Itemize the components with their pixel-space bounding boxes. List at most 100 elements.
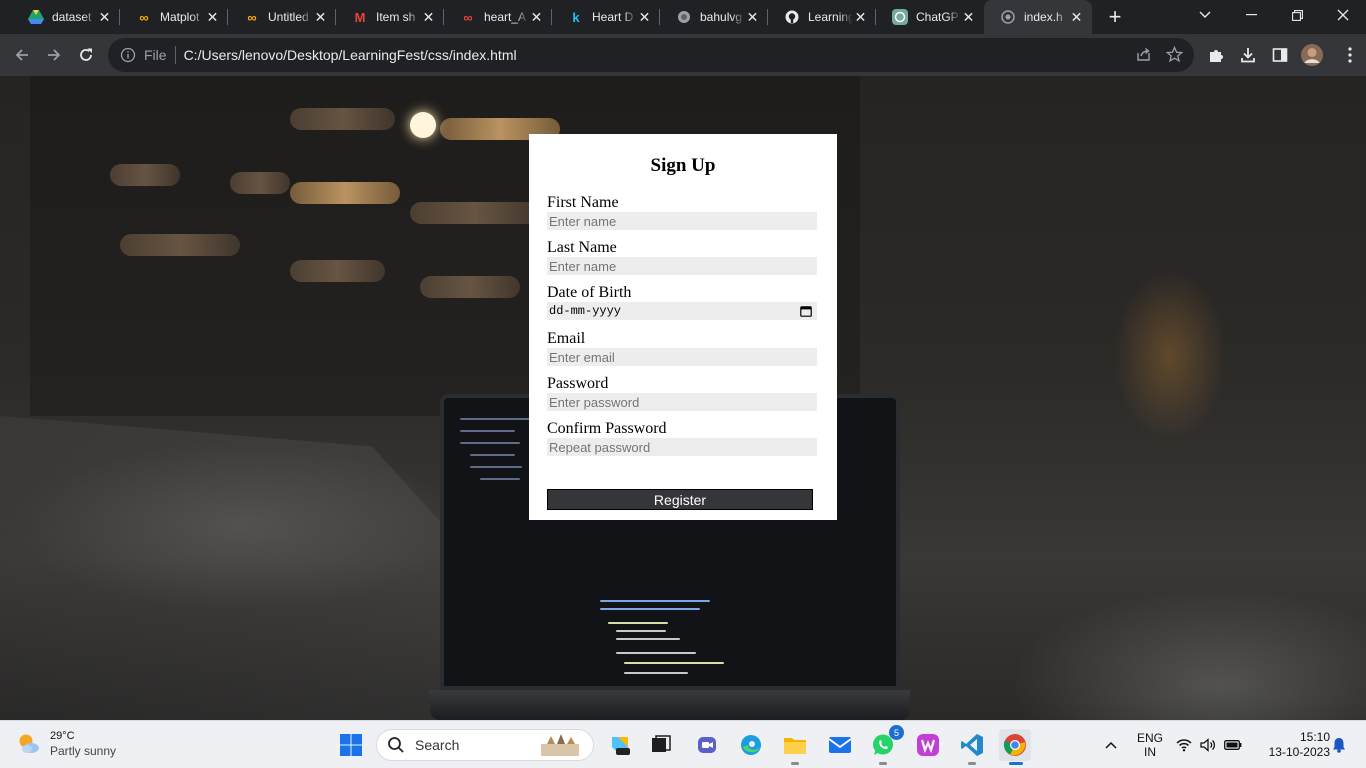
tab-matplot[interactable]: ∞ Matplot ✕: [120, 0, 228, 34]
minimize-button[interactable]: [1228, 0, 1274, 30]
profile-avatar[interactable]: [1299, 42, 1325, 68]
taskbar-app-chrome[interactable]: [999, 729, 1031, 765]
battery-icon: [1224, 740, 1242, 750]
register-button[interactable]: Register: [547, 489, 813, 510]
share-icon[interactable]: [1135, 46, 1152, 66]
restore-button[interactable]: [1274, 0, 1320, 30]
taskbar-app-mail[interactable]: [824, 729, 856, 761]
minimize-icon: [1245, 14, 1257, 16]
taskbar-app-task-view[interactable]: [645, 729, 677, 761]
notifications-button[interactable]: [1330, 721, 1348, 768]
dob-input[interactable]: dd-mm-yyyy: [547, 302, 817, 320]
task-view-icon: [652, 735, 671, 752]
taskbar-app-teams[interactable]: [691, 729, 723, 761]
address-scheme-label: File: [144, 47, 167, 63]
close-icon[interactable]: ✕: [205, 9, 220, 25]
email-input[interactable]: [547, 348, 817, 366]
whatsapp-badge: 5: [889, 725, 904, 740]
tab-dataset[interactable]: dataset ✕: [12, 0, 120, 34]
clock-date: 13-10-2023: [1268, 745, 1330, 759]
taskbar-app-file-explorer[interactable]: [779, 729, 811, 765]
last-name-input[interactable]: [547, 257, 817, 275]
start-button[interactable]: [335, 729, 367, 761]
weather-condition: Partly sunny: [50, 744, 117, 758]
colab-icon: ∞: [139, 9, 149, 25]
bookmark-star-icon[interactable]: [1165, 45, 1184, 66]
close-icon[interactable]: ✕: [421, 9, 436, 25]
extensions-button[interactable]: [1203, 42, 1229, 68]
close-icon[interactable]: ✕: [529, 9, 544, 25]
mail-icon: [828, 737, 852, 753]
first-name-group: First Name: [547, 194, 819, 239]
weather-temp: 29°C: [50, 730, 75, 742]
confirm-password-input[interactable]: [547, 438, 817, 456]
password-label: Password: [547, 375, 609, 392]
tab-index-html[interactable]: index.h ✕: [984, 0, 1092, 34]
close-icon[interactable]: ✕: [853, 9, 868, 25]
google-drive-icon: [28, 9, 44, 25]
info-icon[interactable]: [120, 47, 136, 63]
tab-title: index.h: [1024, 10, 1063, 24]
quick-settings-button[interactable]: [1176, 721, 1242, 768]
show-hidden-icons-button[interactable]: [1100, 721, 1122, 768]
tab-learning[interactable]: Learning ✕: [768, 0, 876, 34]
close-icon[interactable]: ✕: [1069, 9, 1084, 25]
folder-icon: [784, 738, 806, 754]
avatar-icon: [1301, 44, 1323, 66]
tab-search-button[interactable]: [1182, 0, 1228, 30]
address-divider: [174, 46, 176, 64]
first-name-input[interactable]: [547, 212, 817, 230]
downloads-button[interactable]: [1235, 42, 1261, 68]
taskbar-app-copilot[interactable]: [604, 729, 636, 761]
close-icon[interactable]: ✕: [745, 9, 760, 25]
taskbar: 29°C Partly sunny Search 5 ENG IN 15:10 …: [0, 720, 1366, 768]
copilot-icon: [612, 737, 630, 755]
tab-untitled[interactable]: ∞ Untitled ✕: [228, 0, 336, 34]
reload-button[interactable]: [70, 39, 102, 71]
close-icon[interactable]: ✕: [97, 9, 112, 25]
taskbar-app-whatsapp[interactable]: 5: [867, 725, 904, 765]
email-label: Email: [547, 330, 586, 347]
dob-placeholder: dd-mm-yyyy: [549, 304, 622, 318]
tab-item-sh[interactable]: M Item sh ✕: [336, 0, 444, 34]
email-group: Email: [547, 330, 819, 375]
arrow-right-icon: [48, 49, 61, 61]
edge-icon: [741, 735, 761, 755]
taskbar-app-wps[interactable]: [912, 729, 944, 761]
close-icon[interactable]: ✕: [961, 9, 976, 25]
clock[interactable]: 15:10 13-10-2023: [1254, 721, 1330, 768]
close-icon[interactable]: ✕: [313, 9, 328, 25]
side-panel-button[interactable]: [1267, 42, 1293, 68]
new-tab-button[interactable]: +: [1098, 0, 1132, 34]
forward-button[interactable]: [38, 39, 70, 71]
browser-toolbar: File C:/Users/lenovo/Desktop/LearningFes…: [0, 34, 1366, 76]
form-title: Sign Up: [650, 155, 716, 176]
tab-chatgpt[interactable]: ChatGP ✕: [876, 0, 984, 34]
last-name-group: Last Name: [547, 239, 819, 284]
taskbar-search[interactable]: Search: [376, 729, 594, 761]
taskbar-app-vscode[interactable]: [956, 729, 988, 765]
dob-label: Date of Birth: [547, 284, 632, 301]
tab-bahulvg[interactable]: bahulvg ✕: [660, 0, 768, 34]
teams-chat-icon: [698, 737, 716, 753]
tab-heart-d[interactable]: k Heart D ✕: [552, 0, 660, 34]
chrome-menu-button[interactable]: [1337, 42, 1363, 68]
language-indicator[interactable]: ENG IN: [1132, 721, 1168, 768]
search-icon: [388, 737, 404, 753]
weather-widget[interactable]: 29°C Partly sunny: [16, 729, 116, 759]
close-window-button[interactable]: [1320, 0, 1366, 30]
calendar-icon[interactable]: [800, 305, 812, 317]
tab-heart-a[interactable]: ∞ heart_A ✕: [444, 0, 552, 34]
close-icon[interactable]: ✕: [637, 9, 652, 25]
password-input[interactable]: [547, 393, 817, 411]
address-url[interactable]: C:/Users/lenovo/Desktop/LearningFest/css…: [184, 47, 517, 63]
windows-logo-icon: [340, 734, 362, 756]
taskbar-app-edge[interactable]: [735, 729, 767, 761]
volume-icon: [1200, 738, 1216, 752]
language-line-1: ENG: [1136, 731, 1163, 745]
address-bar[interactable]: File C:/Users/lenovo/Desktop/LearningFes…: [108, 38, 1194, 72]
signup-form: Sign Up First Name Last Name Date of Bir…: [529, 134, 837, 520]
chatgpt-icon: [892, 9, 908, 25]
back-button[interactable]: [6, 39, 38, 71]
puzzle-icon: [1210, 50, 1223, 62]
